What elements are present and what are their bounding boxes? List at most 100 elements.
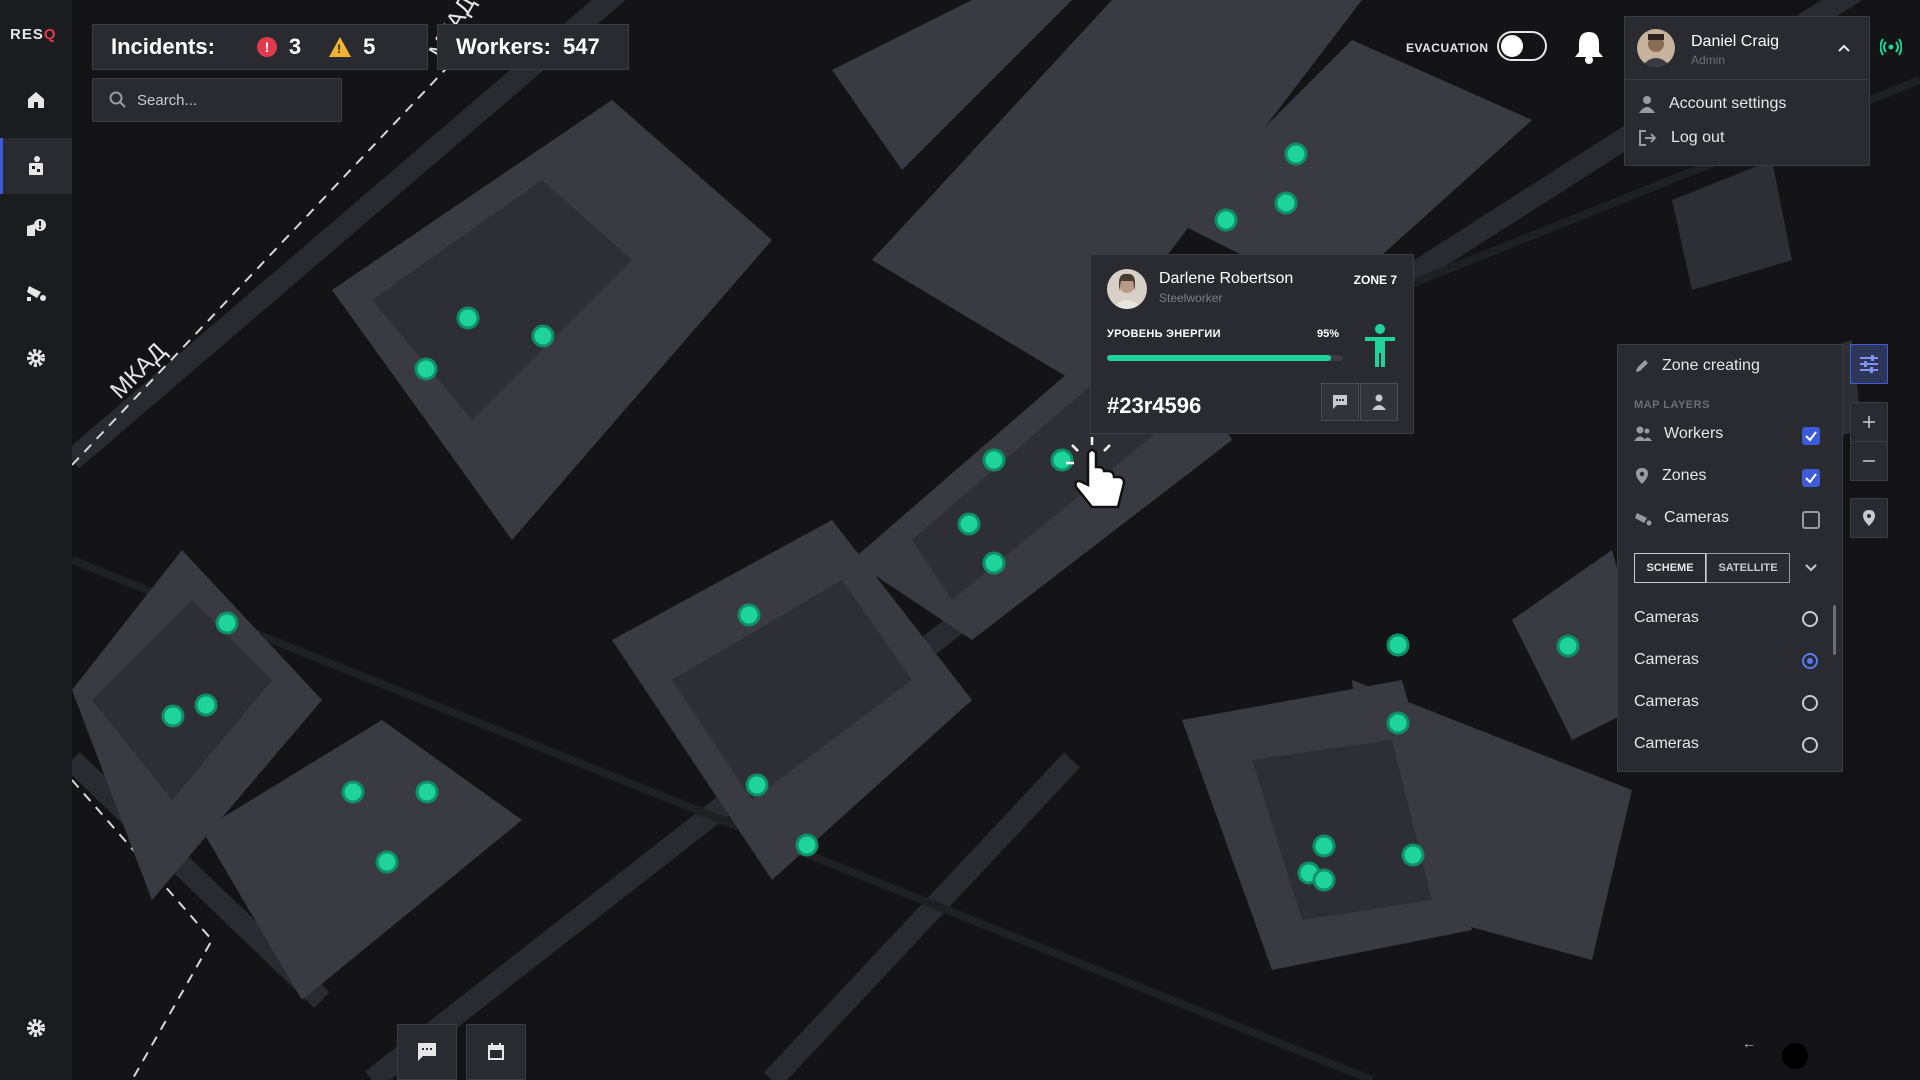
worker-name: Darlene Robertson [1159,270,1294,287]
nav-home[interactable] [0,72,72,128]
evacuation-toggle[interactable] [1497,31,1547,61]
worker-marker[interactable] [1050,448,1074,472]
worker-marker[interactable] [375,850,399,874]
worker-marker[interactable] [1312,834,1336,858]
zone-creating-button[interactable]: Zone creating [1634,357,1760,375]
location-pin-icon [1636,468,1648,484]
option-cameras-3[interactable]: Cameras [1634,693,1699,711]
profile-button[interactable] [1360,383,1398,421]
message-button[interactable] [1321,383,1359,421]
user-icon [1639,96,1655,113]
view-mode-scheme[interactable]: SCHEME [1634,553,1706,583]
menu-item-account-settings[interactable]: Account settings [1639,95,1786,113]
energy-percent: 95% [1317,328,1340,340]
sliders-icon [1860,355,1878,373]
incidents-warning-count: 5 [363,34,376,59]
search-input[interactable]: Search... [92,78,342,122]
menu-item-label: Account settings [1669,95,1787,112]
layer-cameras[interactable]: Cameras [1634,509,1729,527]
workers-map-icon [29,156,43,175]
worker-marker[interactable] [795,833,819,857]
layer-zones[interactable]: Zones [1634,467,1706,485]
layer-workers[interactable]: Workers [1634,425,1723,443]
worker-marker[interactable] [215,611,239,635]
sidebar: RESQ [0,0,72,1080]
evacuation-label: EVACUATION [1406,41,1489,55]
option-radio-4[interactable] [1802,737,1818,753]
incidents-panel[interactable]: Incidents: ! 3 ! 5 [92,24,428,70]
chat-icon [1333,395,1347,409]
nav-workers-map[interactable] [0,138,72,194]
option-radio-3[interactable] [1802,695,1818,711]
option-radio-2[interactable] [1802,653,1818,669]
worker-marker[interactable] [1284,142,1308,166]
zoom-in-button[interactable] [1850,402,1888,442]
worker-marker[interactable] [1401,843,1425,867]
calendar-icon [488,1043,504,1060]
search-placeholder: Search... [137,91,198,109]
option-label: Cameras [1634,651,1699,668]
option-cameras-1[interactable]: Cameras [1634,609,1699,627]
incidents-label: Incidents: [111,34,215,59]
nav-settings[interactable] [0,330,72,386]
layer-cameras-checkbox[interactable] [1802,511,1820,529]
nav-bottom-settings[interactable] [0,1000,72,1056]
layer-zones-checkbox[interactable] [1802,469,1820,487]
checkmark-icon [1805,431,1817,442]
worker-marker[interactable] [1312,868,1336,892]
worker-marker[interactable] [161,704,185,728]
worker-marker[interactable] [531,324,555,348]
worker-marker[interactable] [1556,634,1580,658]
signal-icon [1880,38,1902,56]
worker-marker[interactable] [414,357,438,381]
bell-icon[interactable] [1574,30,1604,64]
option-cameras-2[interactable]: Cameras [1634,651,1699,669]
worker-marker[interactable] [415,780,439,804]
worker-marker[interactable] [194,693,218,717]
avatar[interactable] [1637,29,1675,67]
search-icon [109,91,126,108]
energy-bar-fill [1107,355,1332,361]
layer-label: Zones [1662,467,1707,484]
workers-icon [1634,426,1652,441]
filter-button[interactable] [1850,344,1888,384]
zone-creating-label: Zone creating [1662,357,1760,374]
camera-icon [1635,513,1652,526]
nav-cameras[interactable] [0,264,72,320]
calendar-button[interactable] [466,1024,526,1080]
option-cameras-4[interactable]: Cameras [1634,735,1699,753]
workers-count-panel: Workers: 547 [437,24,629,70]
chat-button[interactable] [397,1024,457,1080]
worker-marker[interactable] [1386,711,1410,735]
worker-role: Steelworker [1159,291,1223,305]
menu-item-log-out[interactable]: Log out [1639,129,1724,147]
worker-marker[interactable] [456,306,480,330]
energy-label: УРОВЕНЬ ЭНЕРГИИ [1107,328,1221,340]
user-role: Admin [1691,53,1726,67]
energy-bar [1107,355,1343,361]
locate-button[interactable] [1850,498,1888,538]
view-mode-satellite[interactable]: SATELLITE [1706,553,1790,583]
chevron-down-icon[interactable] [1804,563,1818,573]
worker-marker[interactable] [745,773,769,797]
option-radio-1[interactable] [1802,611,1818,627]
menu-divider [1625,79,1869,80]
workers-label: Workers: [456,34,551,59]
worker-marker[interactable] [982,551,1006,575]
minus-icon [1863,460,1875,462]
worker-marker[interactable] [1214,208,1238,232]
worker-marker[interactable] [957,512,981,536]
scrollbar[interactable] [1833,605,1836,655]
gear-icon [27,349,45,367]
layer-workers-checkbox[interactable] [1802,427,1820,445]
worker-marker[interactable] [982,448,1006,472]
nav-incidents[interactable] [0,200,72,256]
worker-marker[interactable] [1274,191,1298,215]
zoom-out-button[interactable] [1850,441,1888,481]
chevron-up-icon[interactable] [1837,43,1851,53]
workers-count: 547 [562,34,600,59]
worker-marker[interactable] [1386,633,1410,657]
layer-label: Workers [1664,425,1724,442]
worker-marker[interactable] [737,603,761,627]
worker-marker[interactable] [341,780,365,804]
